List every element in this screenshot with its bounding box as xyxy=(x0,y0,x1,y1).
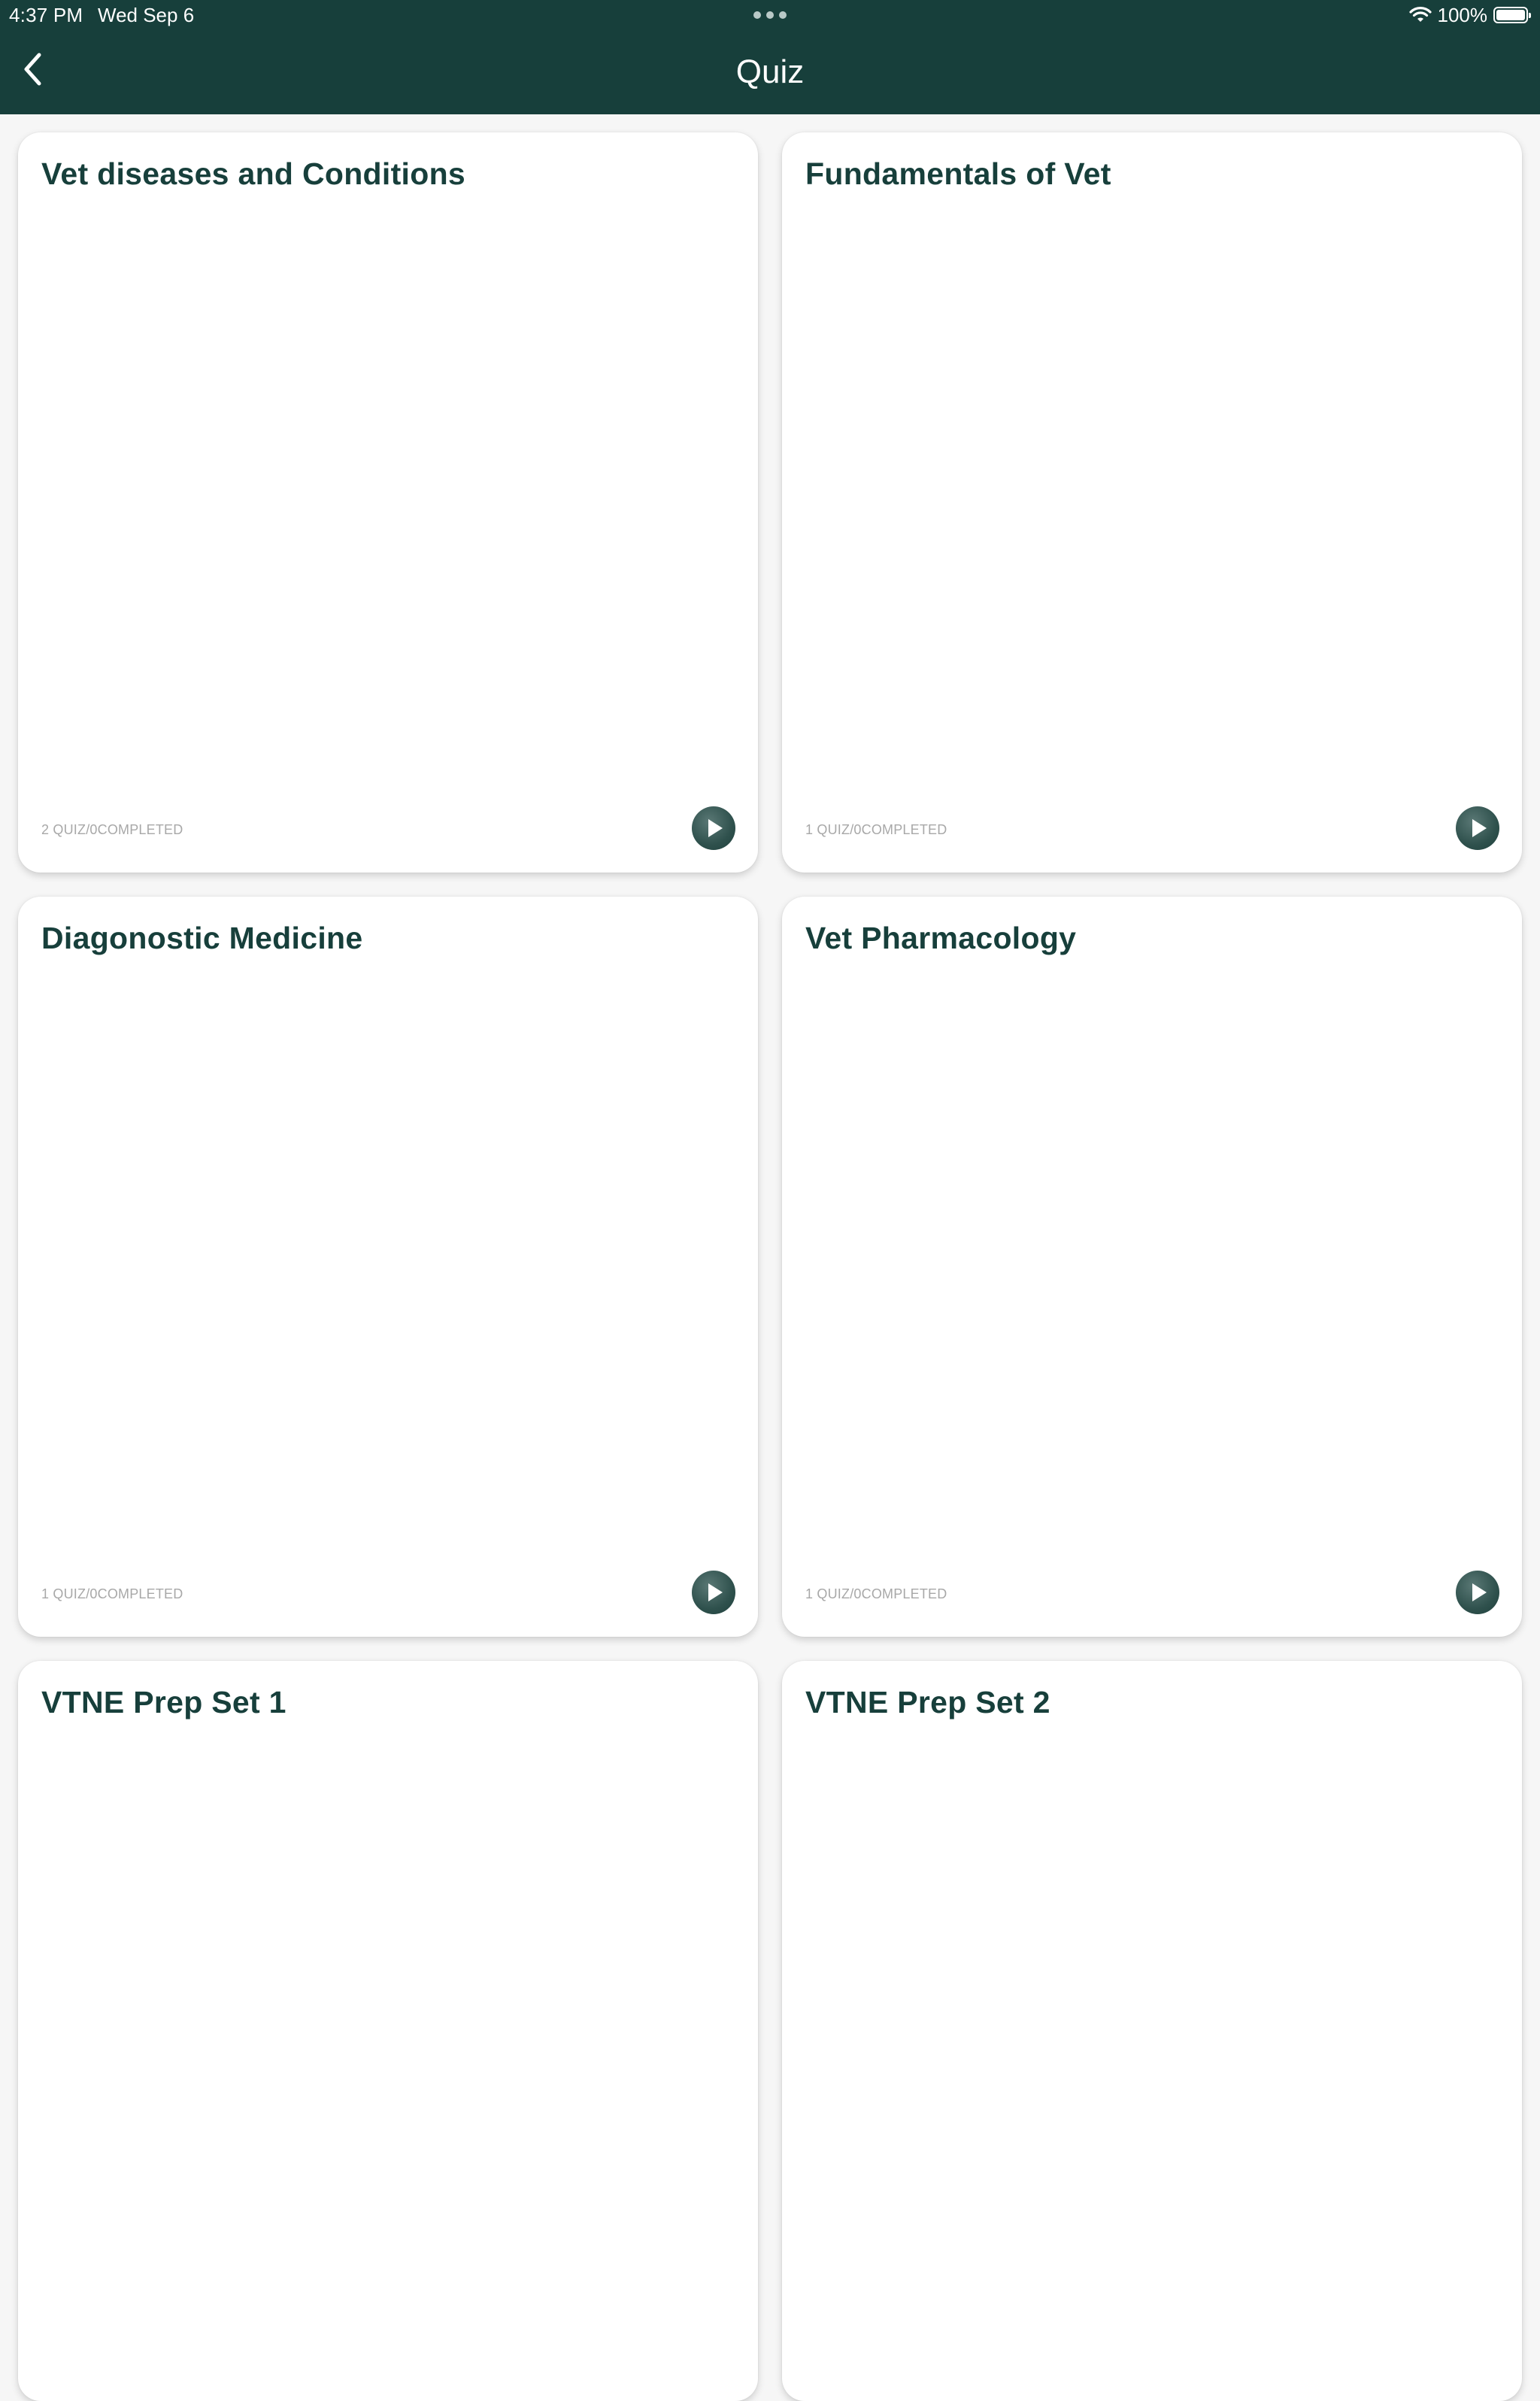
status-indicators: 100% xyxy=(1408,3,1531,27)
quiz-card-title: Diagonostic Medicine xyxy=(41,921,363,955)
quiz-card[interactable]: Vet diseases and Conditions 2 QUIZ/0COMP… xyxy=(18,132,758,873)
wifi-icon xyxy=(1408,7,1432,23)
quiz-card-title: VTNE Prep Set 2 xyxy=(805,1685,1050,1720)
quiz-card[interactable]: Fundamentals of Vet 1 QUIZ/0COMPLETED xyxy=(782,132,1522,873)
quiz-card[interactable]: VTNE Prep Set 2 xyxy=(782,1661,1522,2401)
quiz-card-progress: 1 QUIZ/0COMPLETED xyxy=(41,1586,183,1601)
quiz-card[interactable]: VTNE Prep Set 1 xyxy=(18,1661,758,2401)
page-title: Quiz xyxy=(735,53,805,90)
play-button[interactable] xyxy=(1456,1571,1499,1614)
quiz-card-progress: 1 QUIZ/0COMPLETED xyxy=(805,1586,947,1601)
play-button[interactable] xyxy=(1456,806,1499,850)
multitasking-dots-icon[interactable] xyxy=(753,11,787,20)
quiz-card[interactable]: Vet Pharmacology 1 QUIZ/0COMPLETED xyxy=(782,897,1522,1637)
play-icon xyxy=(1468,1583,1487,1602)
quiz-card-title: Vet Pharmacology xyxy=(805,921,1077,955)
quiz-card-progress: 1 QUIZ/0COMPLETED xyxy=(805,822,947,837)
quiz-card-title: Vet diseases and Conditions xyxy=(41,156,466,191)
battery-icon xyxy=(1493,7,1531,23)
quiz-card-title: VTNE Prep Set 1 xyxy=(41,1685,286,1720)
status-date: Wed Sep 6 xyxy=(98,4,195,26)
app-header: 4:37 PM Wed Sep 6 100% Quiz xyxy=(0,0,1540,114)
play-icon xyxy=(704,818,723,838)
quiz-card[interactable]: Diagonostic Medicine 1 QUIZ/0COMPLETED xyxy=(18,897,758,1637)
quiz-card-title: Fundamentals of Vet xyxy=(805,156,1111,191)
quiz-category-grid: Vet diseases and Conditions 2 QUIZ/0COMP… xyxy=(18,132,1522,2401)
battery-percentage: 100% xyxy=(1437,4,1488,26)
status-time: 4:37 PM xyxy=(9,4,83,26)
play-button[interactable] xyxy=(692,1571,735,1614)
quiz-card-progress: 2 QUIZ/0COMPLETED xyxy=(41,822,183,837)
play-button[interactable] xyxy=(692,806,735,850)
play-icon xyxy=(704,1583,723,1602)
play-icon xyxy=(1468,818,1487,838)
